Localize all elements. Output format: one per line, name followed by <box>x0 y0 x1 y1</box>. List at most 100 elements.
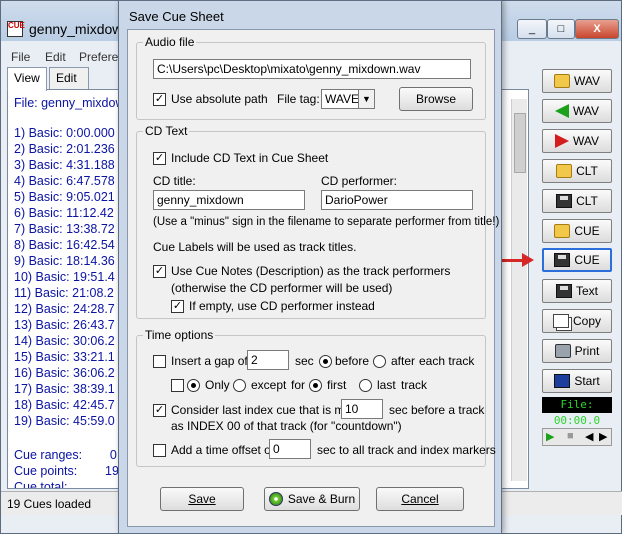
cue-labels-note: Cue Labels will be used as track titles. <box>153 240 357 254</box>
if-empty-label: If empty, use CD performer instead <box>189 299 375 313</box>
text-line: Cue points: 19 <box>14 464 119 478</box>
file-time-display: File: 00:00.0 <box>542 397 612 427</box>
vertical-scrollbar[interactable] <box>511 99 527 481</box>
limit-gap-checkbox[interactable] <box>171 379 184 392</box>
browse-button[interactable]: Browse <box>399 87 473 111</box>
next-button[interactable]: ▶ <box>599 430 607 443</box>
save-text-button[interactable]: Text <box>542 279 612 303</box>
absolute-path-checkbox[interactable]: ✓ <box>153 93 166 106</box>
import-wav-button[interactable]: WAV <box>542 99 612 123</box>
cd-performer-field[interactable]: DarioPower <box>321 190 473 210</box>
gap-seconds-field[interactable]: 2 <box>247 350 289 370</box>
text-line: 12) Basic: 24:28.7 <box>14 302 115 316</box>
cancel-button[interactable]: Cancel <box>376 487 464 511</box>
folder-open-icon <box>556 164 573 178</box>
consider-seconds-field[interactable]: 10 <box>341 399 383 419</box>
button-label: Text <box>575 284 598 298</box>
text-line: 7) Basic: 13:38.72 <box>14 222 115 236</box>
first-radio[interactable] <box>309 379 322 392</box>
text-line: 11) Basic: 21:08.2 <box>14 286 114 300</box>
cd-performer-label: CD performer: <box>321 174 398 188</box>
text-line: File: genny_mixdow <box>14 96 125 110</box>
print-button[interactable]: Print <box>542 339 612 363</box>
button-label: Print <box>574 344 600 358</box>
insert-gap-checkbox[interactable] <box>153 355 166 368</box>
chevron-down-icon: ▼ <box>358 90 374 108</box>
except-label: except <box>251 378 287 392</box>
last-label: last <box>377 378 396 392</box>
dialog-title: Save Cue Sheet <box>129 9 224 24</box>
button-label: WAV <box>574 74 600 88</box>
save-and-burn-button[interactable]: Save & Burn <box>264 487 360 511</box>
cd-text-group: CD Text ✓ Include CD Text in Cue Sheet C… <box>136 124 499 319</box>
except-radio[interactable] <box>233 379 246 392</box>
save-button[interactable]: Save <box>160 487 244 511</box>
absolute-path-label: Use absolute path <box>171 92 268 106</box>
floppy-disk-icon <box>554 253 571 267</box>
menu-edit[interactable]: Edit <box>45 50 66 64</box>
save-label: Save <box>188 492 216 506</box>
text-line: 17) Basic: 38:39.1 <box>14 382 115 396</box>
button-label: Copy <box>572 314 601 328</box>
include-cd-text-checkbox[interactable]: ✓ <box>153 152 166 165</box>
audio-path-field[interactable]: C:\Users\pc\Desktop\mixato\genny_mixdown… <box>153 59 471 79</box>
button-label: CLT <box>576 194 598 208</box>
time-options-group: Time options Insert a gap of 2 sec befor… <box>136 328 496 467</box>
open-cue-button[interactable]: CUE <box>542 219 612 243</box>
before-radio[interactable] <box>319 355 332 368</box>
text-line: 3) Basic: 4:31.188 <box>14 158 115 172</box>
file-tag-value: WAVE <box>325 92 360 106</box>
button-label: WAV <box>573 104 599 118</box>
group-title: CD Text <box>143 124 190 138</box>
minimize-button[interactable]: _ <box>517 19 547 39</box>
for-label: for <box>291 378 306 392</box>
prev-button[interactable]: ◀ <box>585 430 593 443</box>
first-label: first <box>327 378 347 392</box>
button-label: CUE <box>574 224 600 238</box>
consider-index-label: Consider last index cue that is max. <box>171 403 361 417</box>
insert-gap-label: Insert a gap of <box>171 354 248 368</box>
use-cue-notes-checkbox[interactable]: ✓ <box>153 265 166 278</box>
transport-controls: ▶ ■ ◀ ▶ <box>542 428 612 446</box>
save-clt-button[interactable]: CLT <box>542 189 612 213</box>
button-label: CUE <box>574 253 600 267</box>
file-tag-select[interactable]: WAVE ▼ <box>321 89 375 109</box>
dialog-body: Audio file C:\Users\pc\Desktop\mixato\ge… <box>127 29 499 527</box>
menu-preferences[interactable]: Prefere <box>79 50 118 64</box>
burn-disc-icon <box>268 492 283 506</box>
folder-open-icon <box>554 74 570 88</box>
save-cue-sheet-dialog: Save Cue Sheet Audio file C:\Users\pc\De… <box>118 0 502 534</box>
only-radio[interactable] <box>187 379 200 392</box>
consider-line2: as INDEX 00 of that track (for "countdow… <box>171 419 402 433</box>
maximize-button[interactable]: □ <box>547 19 575 39</box>
export-wav-button[interactable]: WAV <box>542 129 612 153</box>
if-empty-checkbox[interactable]: ✓ <box>171 300 184 313</box>
include-cd-text-label: Include CD Text in Cue Sheet <box>171 151 329 165</box>
cd-title-label: CD title: <box>153 174 196 188</box>
play-button[interactable]: ▶ <box>546 430 554 443</box>
floppy-disk-icon <box>556 194 573 208</box>
scroll-thumb[interactable] <box>514 113 526 173</box>
start-button[interactable]: Start <box>542 369 612 393</box>
after-label: after <box>391 354 416 368</box>
copy-button[interactable]: Copy <box>542 309 612 333</box>
gap-sec-label: sec <box>295 354 314 368</box>
printer-icon <box>554 344 571 358</box>
stop-button[interactable]: ■ <box>567 430 574 442</box>
tab-view[interactable]: View <box>7 67 47 91</box>
close-button[interactable]: X <box>575 19 619 39</box>
after-radio[interactable] <box>373 355 386 368</box>
last-radio[interactable] <box>359 379 372 392</box>
open-clt-button[interactable]: CLT <box>542 159 612 183</box>
open-wav-button[interactable]: WAV <box>542 69 612 93</box>
text-line: Cue total: <box>14 480 68 489</box>
cd-title-field[interactable]: genny_mixdown <box>153 190 305 210</box>
consider-index-checkbox[interactable]: ✓ <box>153 404 166 417</box>
button-label: Start <box>574 374 600 388</box>
save-cue-button[interactable]: CUE <box>542 248 612 272</box>
time-offset-field[interactable]: 0 <box>269 439 311 459</box>
menu-file[interactable]: File <box>11 50 30 64</box>
tab-edit[interactable]: Edit <box>49 67 89 89</box>
time-offset-checkbox[interactable] <box>153 444 166 457</box>
time-offset-tail: sec to all track and index markers <box>317 443 496 457</box>
